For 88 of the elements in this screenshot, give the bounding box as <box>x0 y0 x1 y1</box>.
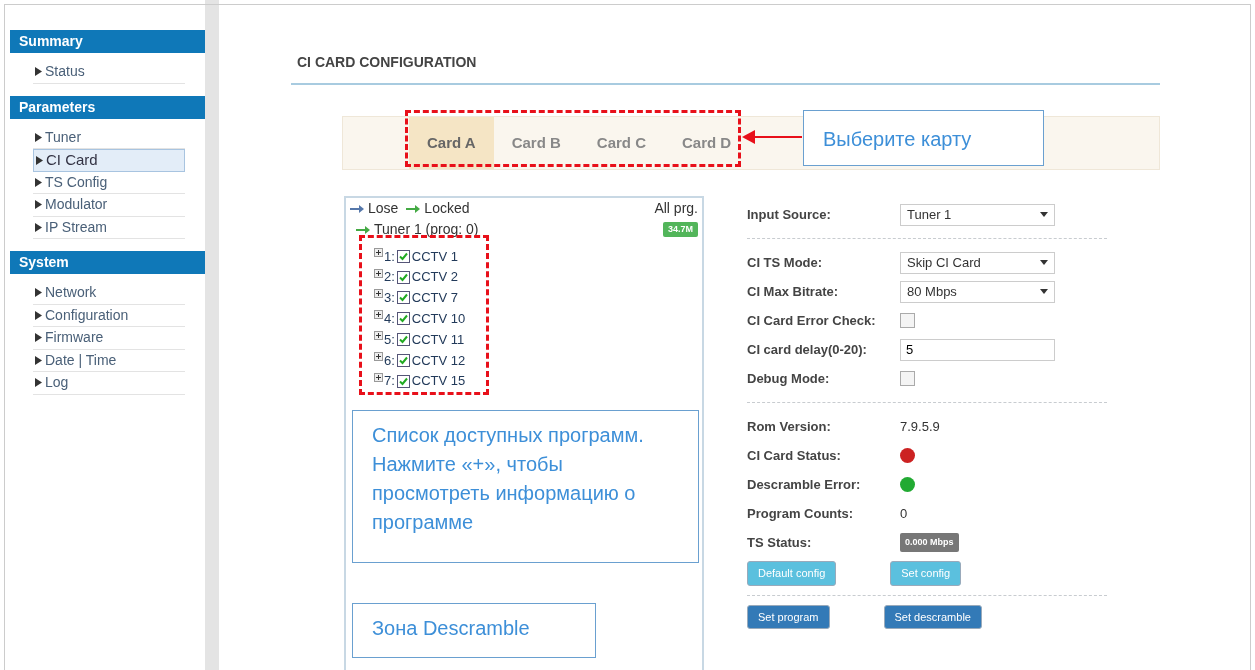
field-label: CI card delay(0-20): <box>747 340 868 359</box>
triangle-icon <box>35 200 42 210</box>
program-number: 4: <box>384 310 395 329</box>
sidebar-item[interactable]: TS Config <box>33 171 185 194</box>
program-number: 1: <box>384 247 395 266</box>
triangle-icon <box>35 132 42 142</box>
triangle-icon <box>35 378 42 388</box>
dropdown[interactable]: 80 Mbps <box>900 280 1055 303</box>
field-label: CI TS Mode: <box>747 253 824 272</box>
triangle-icon <box>35 310 42 320</box>
text-field[interactable]: 5 <box>900 338 1055 361</box>
bitrate-badge: 34.7M <box>663 221 698 238</box>
program-name: CCTV 12 <box>411 351 466 370</box>
program-name: CCTV 1 <box>411 247 459 266</box>
sidebar-item[interactable]: Firmware <box>33 327 185 350</box>
triangle-icon <box>35 222 42 232</box>
checkbox[interactable] <box>396 353 410 367</box>
triangle-icon <box>36 155 43 165</box>
field-label: Debug Mode: <box>747 369 831 388</box>
caret-icon <box>1040 260 1048 265</box>
triangle-icon <box>35 333 42 343</box>
program-number: 5: <box>384 330 395 349</box>
callout-note: Выберите карту <box>803 110 1044 166</box>
field-label: Input Source: <box>747 205 832 224</box>
checkbox[interactable] <box>900 313 915 328</box>
field-label: TS Status: <box>747 533 813 552</box>
sidebar-heading: Parameters <box>10 95 205 119</box>
checkbox[interactable] <box>396 291 410 305</box>
field-label: Descramble Error: <box>747 475 862 494</box>
program-name: CCTV 11 <box>411 330 465 349</box>
sidebar-item[interactable]: Date | Time <box>33 349 185 372</box>
arrow-icon <box>356 225 370 234</box>
expand-icon <box>374 268 383 278</box>
program-name: CCTV 15 <box>411 372 466 391</box>
expand-icon <box>374 247 383 257</box>
triangle-icon <box>35 355 42 365</box>
sidebar-item[interactable]: Network <box>33 282 185 305</box>
legend-label: Locked <box>424 199 470 218</box>
page-title: CI CARD CONFIGURATION <box>291 30 1160 85</box>
field-value: 0 <box>900 504 908 523</box>
legend-label: Lose <box>368 199 399 218</box>
dropdown[interactable]: Tuner 1 <box>900 203 1055 226</box>
field-label: CI Card Error Check: <box>747 311 877 330</box>
card-tab[interactable]: Card A <box>409 117 494 169</box>
sidebar-item[interactable]: Status <box>33 61 185 84</box>
program-number: 6: <box>384 351 395 370</box>
triangle-icon <box>35 67 42 77</box>
sidebar-heading: System <box>10 251 205 274</box>
action-button[interactable]: Set program <box>747 604 830 629</box>
checkbox[interactable] <box>396 374 410 388</box>
sidebar-item[interactable]: Configuration <box>33 304 185 327</box>
expand-icon <box>374 289 383 299</box>
checkbox[interactable] <box>396 312 410 326</box>
program-number: 7: <box>384 372 395 391</box>
field-label: Rom Version: <box>747 417 832 436</box>
field-label: CI Card Status: <box>747 446 842 465</box>
status-badge: 0.000 Mbps <box>900 532 959 553</box>
program-number: 3: <box>384 289 395 308</box>
program-name: CCTV 7 <box>411 289 459 308</box>
expand-icon <box>374 310 383 320</box>
expand-icon <box>374 351 383 361</box>
expand-icon <box>374 372 383 382</box>
checkbox[interactable] <box>396 333 410 347</box>
program-number: 2: <box>384 268 395 287</box>
sidebar-item[interactable]: CI Card <box>33 149 185 172</box>
action-button[interactable]: Set descramble <box>883 604 982 629</box>
sidebar-heading: Summary <box>10 30 205 53</box>
all-programs-link[interactable]: All prg. <box>654 198 698 219</box>
checkbox[interactable] <box>396 249 410 263</box>
program-name: CCTV 2 <box>411 268 459 287</box>
tuner-label[interactable]: Tuner 1 (prog: 0) <box>374 219 479 240</box>
sidebar-item[interactable]: IP Stream <box>33 216 185 239</box>
caret-icon <box>1040 289 1048 294</box>
field-label: CI Max Bitrate: <box>747 282 840 301</box>
callout-note: Список доступных программ. Нажмите «+», чтобы просмотреть информацию о программе <box>352 410 699 563</box>
triangle-icon <box>35 177 42 187</box>
dropdown[interactable]: Skip CI Card <box>900 251 1055 274</box>
field-value: 7.9.5.9 <box>900 417 940 436</box>
program-name: CCTV 10 <box>411 310 466 329</box>
sidebar-item[interactable]: Modulator <box>33 194 185 217</box>
triangle-icon <box>35 288 42 298</box>
caret-icon <box>1040 212 1048 217</box>
callout-note: Зона Descramble <box>352 603 596 658</box>
checkbox[interactable] <box>396 270 410 284</box>
checkbox[interactable] <box>900 371 915 386</box>
sidebar-item[interactable]: Log <box>33 372 185 395</box>
field-label: Program Counts: <box>747 504 855 523</box>
expand-icon <box>374 331 383 341</box>
